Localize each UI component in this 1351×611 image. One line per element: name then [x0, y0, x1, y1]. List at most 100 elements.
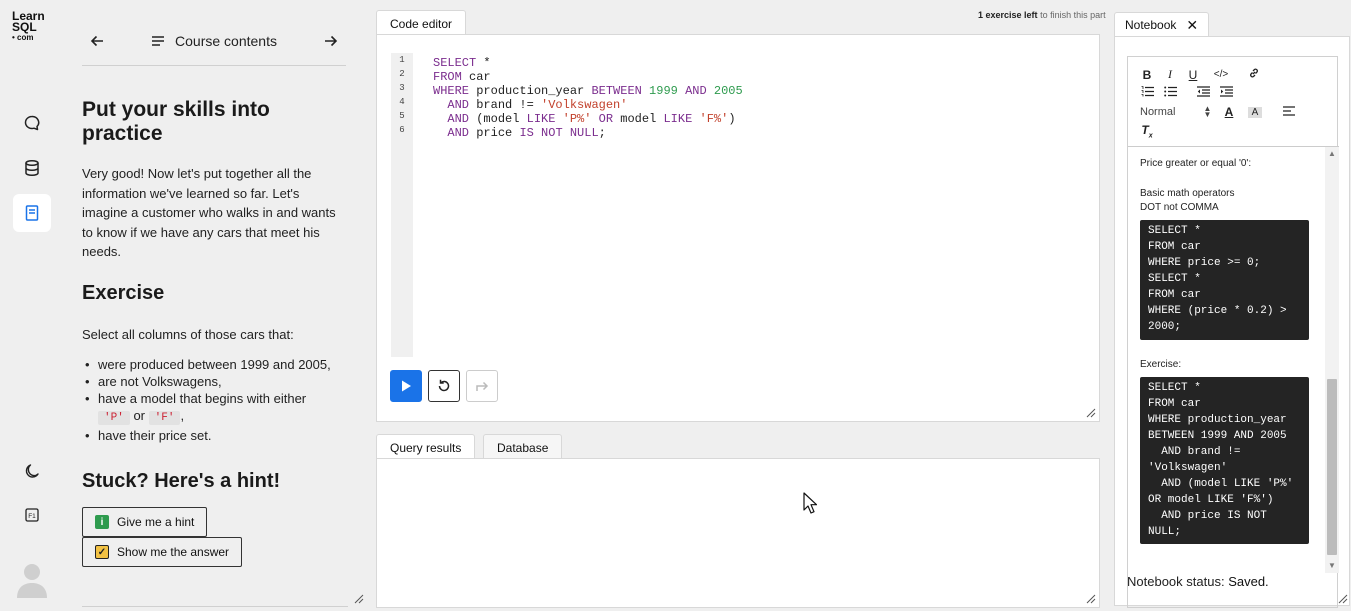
- next-exercise-button[interactable]: [316, 26, 346, 56]
- course-nav: Course contents: [82, 16, 346, 66]
- note-text: Price greater or equal '0':: [1140, 158, 1252, 169]
- font-color-icon[interactable]: A: [1222, 105, 1236, 119]
- exercises-left-rest: to finish this part: [1040, 10, 1106, 20]
- line-number-gutter: 1 2 3 4 5 6: [391, 53, 413, 357]
- show-answer-label: Show me the answer: [117, 545, 230, 559]
- line-number: 3: [399, 83, 405, 93]
- tab-notebook[interactable]: Notebook ✕: [1114, 12, 1210, 37]
- tab-query-results[interactable]: Query results: [376, 434, 476, 459]
- sql-code[interactable]: SELECT * FROM car WHERE production_year BE…: [433, 56, 743, 140]
- resize-handle-icon[interactable]: [1086, 408, 1096, 418]
- inline-code: 'P': [98, 411, 130, 425]
- code-line: FROM car: [433, 70, 491, 84]
- lesson-intro: Very good! Now let's put together all th…: [82, 166, 336, 259]
- list-item: have a model that begins with either 'P'…: [82, 390, 348, 427]
- resize-handle-icon[interactable]: [1086, 594, 1096, 604]
- list-item-text: have a model that begins with either: [98, 391, 307, 406]
- bold-icon[interactable]: B: [1140, 68, 1154, 82]
- link-icon[interactable]: [1242, 67, 1266, 82]
- reset-button[interactable]: [428, 370, 460, 402]
- logo-line2: SQL: [12, 20, 37, 34]
- lesson-content: Put your skills into practice Very good!…: [82, 98, 348, 567]
- editor-actions: [390, 370, 498, 402]
- note-code-block: SELECT * FROM car WHERE production_year …: [1140, 377, 1309, 544]
- tab-code-editor[interactable]: Code editor: [376, 10, 467, 35]
- resize-handle-icon[interactable]: [354, 594, 364, 604]
- play-icon: [402, 380, 411, 392]
- lesson-heading: Put your skills into practice: [82, 98, 270, 145]
- list-item: are not Volkswagens,: [82, 373, 348, 390]
- give-hint-button[interactable]: i Give me a hint: [82, 507, 208, 537]
- reset-icon: [438, 379, 450, 392]
- notebook-content[interactable]: Price greater or equal '0': Basic math o…: [1128, 147, 1339, 573]
- outdent-icon[interactable]: [1196, 86, 1210, 100]
- shortcuts-icon: F1: [25, 508, 39, 522]
- exercises-left-text: 1 exercise left to finish this part: [978, 10, 1106, 20]
- line-number: 5: [399, 111, 405, 121]
- svg-text:F1: F1: [28, 513, 36, 520]
- select-arrows-icon: ▲ ▼: [1203, 104, 1212, 119]
- ordered-list-icon[interactable]: [1140, 86, 1154, 100]
- shortcuts-button[interactable]: F1: [13, 496, 51, 534]
- note-text: DOT not COMMA: [1140, 202, 1219, 213]
- notebook-toolbar: B I U </> Normal ▲ ▼ A A Tx: [1128, 57, 1339, 147]
- course-contents-label: Course contents: [175, 32, 277, 49]
- notebook-button[interactable]: [13, 194, 51, 232]
- italic-icon[interactable]: I: [1163, 67, 1177, 82]
- close-icon[interactable]: ✕: [1186, 18, 1198, 32]
- clear-format-icon[interactable]: Tx: [1140, 123, 1154, 139]
- exercise-heading: Exercise: [82, 281, 165, 304]
- course-contents-button[interactable]: Course contents: [151, 33, 277, 49]
- scroll-down-icon[interactable]: ▼: [1327, 561, 1337, 571]
- code-icon[interactable]: </>: [1209, 69, 1233, 80]
- hint-heading: Stuck? Here's a hint!: [82, 470, 281, 492]
- code-line: SELECT *: [433, 56, 491, 70]
- text-format-select[interactable]: Normal ▲ ▼: [1140, 104, 1212, 119]
- underline-icon[interactable]: U: [1186, 68, 1200, 82]
- run-button[interactable]: [390, 370, 422, 402]
- dark-mode-button[interactable]: [13, 452, 51, 490]
- moon-icon: [25, 464, 39, 478]
- notebook-status-value: Saved.: [1228, 574, 1269, 589]
- divider: [82, 606, 348, 607]
- code-line: AND price IS NOT NULL;: [447, 126, 606, 140]
- code-line: AND (model LIKE 'P%' OR model LIKE 'F%'): [447, 112, 736, 126]
- avatar[interactable]: [15, 560, 49, 598]
- show-answer-button[interactable]: ✓ Show me the answer: [82, 537, 243, 567]
- query-results-panel: [376, 458, 1100, 608]
- chat-icon: [24, 115, 40, 131]
- logo-line3: • com: [12, 33, 34, 42]
- indent-icon[interactable]: [1219, 86, 1233, 100]
- forward-arrow-icon: [476, 381, 489, 391]
- course-panel: Course contents Put your skills into pra…: [64, 0, 370, 611]
- note-text: Basic math operators: [1140, 188, 1235, 199]
- line-number: 4: [399, 97, 405, 107]
- previous-exercise-button[interactable]: [82, 26, 112, 56]
- exercises-left-count: 1 exercise left: [978, 10, 1038, 20]
- scrollbar-thumb[interactable]: [1327, 379, 1337, 555]
- chat-button[interactable]: [13, 104, 51, 142]
- line-number: 2: [399, 69, 405, 79]
- logo[interactable]: Learn SQL • com: [12, 10, 56, 43]
- bullet-list-icon[interactable]: [1163, 86, 1177, 100]
- code-line: WHERE production_year BETWEEN 1999 AND 2…: [433, 84, 743, 98]
- list-item-text: ,: [180, 408, 185, 423]
- info-icon: i: [95, 515, 109, 529]
- list-icon: [152, 35, 165, 46]
- line-number: 1: [399, 55, 405, 65]
- arrow-left-icon: [90, 35, 103, 46]
- note-text: Exercise:: [1140, 359, 1182, 370]
- scroll-up-icon[interactable]: ▲: [1327, 149, 1337, 159]
- notebook-editor: B I U </> Normal ▲ ▼ A A Tx Price greate…: [1127, 56, 1339, 608]
- notebook-icon: [25, 205, 39, 221]
- tab-database[interactable]: Database: [483, 434, 563, 459]
- next-button[interactable]: [466, 370, 498, 402]
- code-editor[interactable]: 1 2 3 4 5 6 SELECT * FROM car WHERE produc…: [376, 34, 1100, 422]
- notebook-scrollbar[interactable]: ▲ ▼: [1325, 147, 1339, 573]
- highlight-icon[interactable]: A: [1248, 106, 1262, 118]
- list-item: were produced between 1999 and 2005,: [82, 356, 348, 373]
- align-icon[interactable]: [1282, 105, 1296, 119]
- arrow-right-icon: [324, 35, 338, 46]
- resize-handle-icon[interactable]: [1338, 594, 1348, 604]
- database-button[interactable]: [13, 149, 51, 187]
